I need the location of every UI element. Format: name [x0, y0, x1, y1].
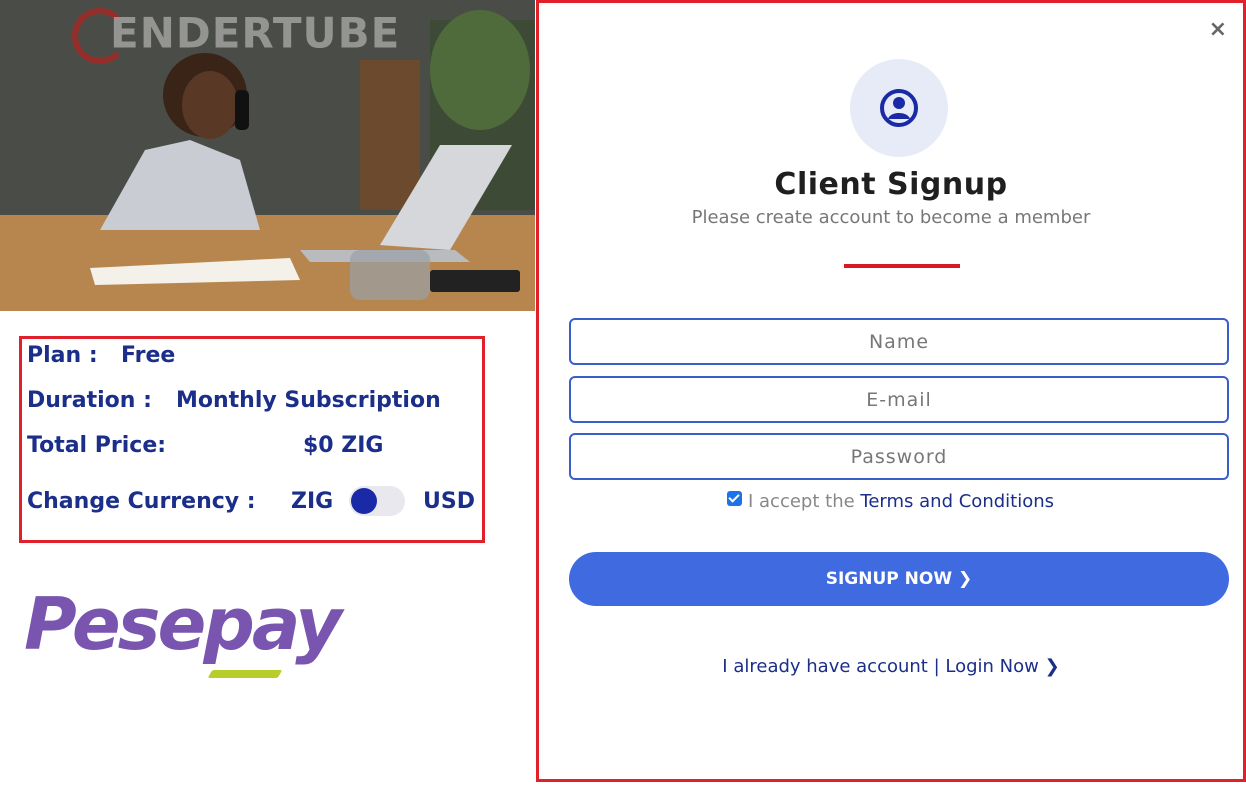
hero-image: ENDERTUBE	[0, 0, 535, 311]
pesepay-logo: Pesepay	[24, 582, 342, 666]
plan-label: Plan :	[27, 343, 98, 368]
currency-toggle[interactable]	[349, 486, 405, 516]
duration-label: Duration :	[27, 388, 152, 413]
password-field[interactable]	[569, 433, 1229, 480]
signup-modal: × Client Signup Please create account to…	[536, 0, 1246, 782]
signup-button[interactable]: SIGNUP NOW ❯	[569, 552, 1229, 606]
page-title: Client Signup	[774, 167, 1008, 202]
pesepay-swoosh	[207, 670, 283, 678]
signup-page: ENDERTUBE Plan : Free Duration : Monthly…	[0, 0, 1246, 786]
toggle-knob	[351, 488, 377, 514]
close-icon[interactable]: ×	[1209, 17, 1227, 42]
avatar	[850, 59, 948, 157]
total-price-value: $0 ZIG	[303, 433, 384, 458]
plan-details: Plan : Free Duration : Monthly Subscript…	[19, 336, 485, 543]
login-prefix: I already have account |	[722, 656, 940, 677]
terms-prefix: I accept the	[748, 491, 855, 512]
terms-link[interactable]: Terms and Conditions	[860, 491, 1054, 512]
currency-usd-label: USD	[423, 489, 475, 514]
page-subtitle: Please create account to become a member	[691, 207, 1091, 228]
total-price-label: Total Price:	[27, 433, 167, 458]
name-field[interactable]	[569, 318, 1229, 365]
login-row: I already have account | Login Now ❯	[539, 656, 1243, 677]
divider	[844, 264, 960, 268]
watermark-text: ENDERTUBE	[110, 8, 401, 58]
duration-value: Monthly Subscription	[176, 388, 441, 413]
tendertube-watermark: ENDERTUBE	[72, 8, 400, 64]
terms-checkbox[interactable]	[727, 491, 742, 506]
currency-zig-label: ZIG	[291, 489, 334, 514]
plan-value: Free	[121, 343, 176, 368]
email-field[interactable]	[569, 376, 1229, 423]
user-icon	[880, 89, 918, 127]
login-link[interactable]: Login Now ❯	[945, 656, 1059, 677]
terms-row: I accept the Terms and Conditions	[727, 491, 1054, 512]
currency-label: Change Currency :	[27, 489, 256, 514]
